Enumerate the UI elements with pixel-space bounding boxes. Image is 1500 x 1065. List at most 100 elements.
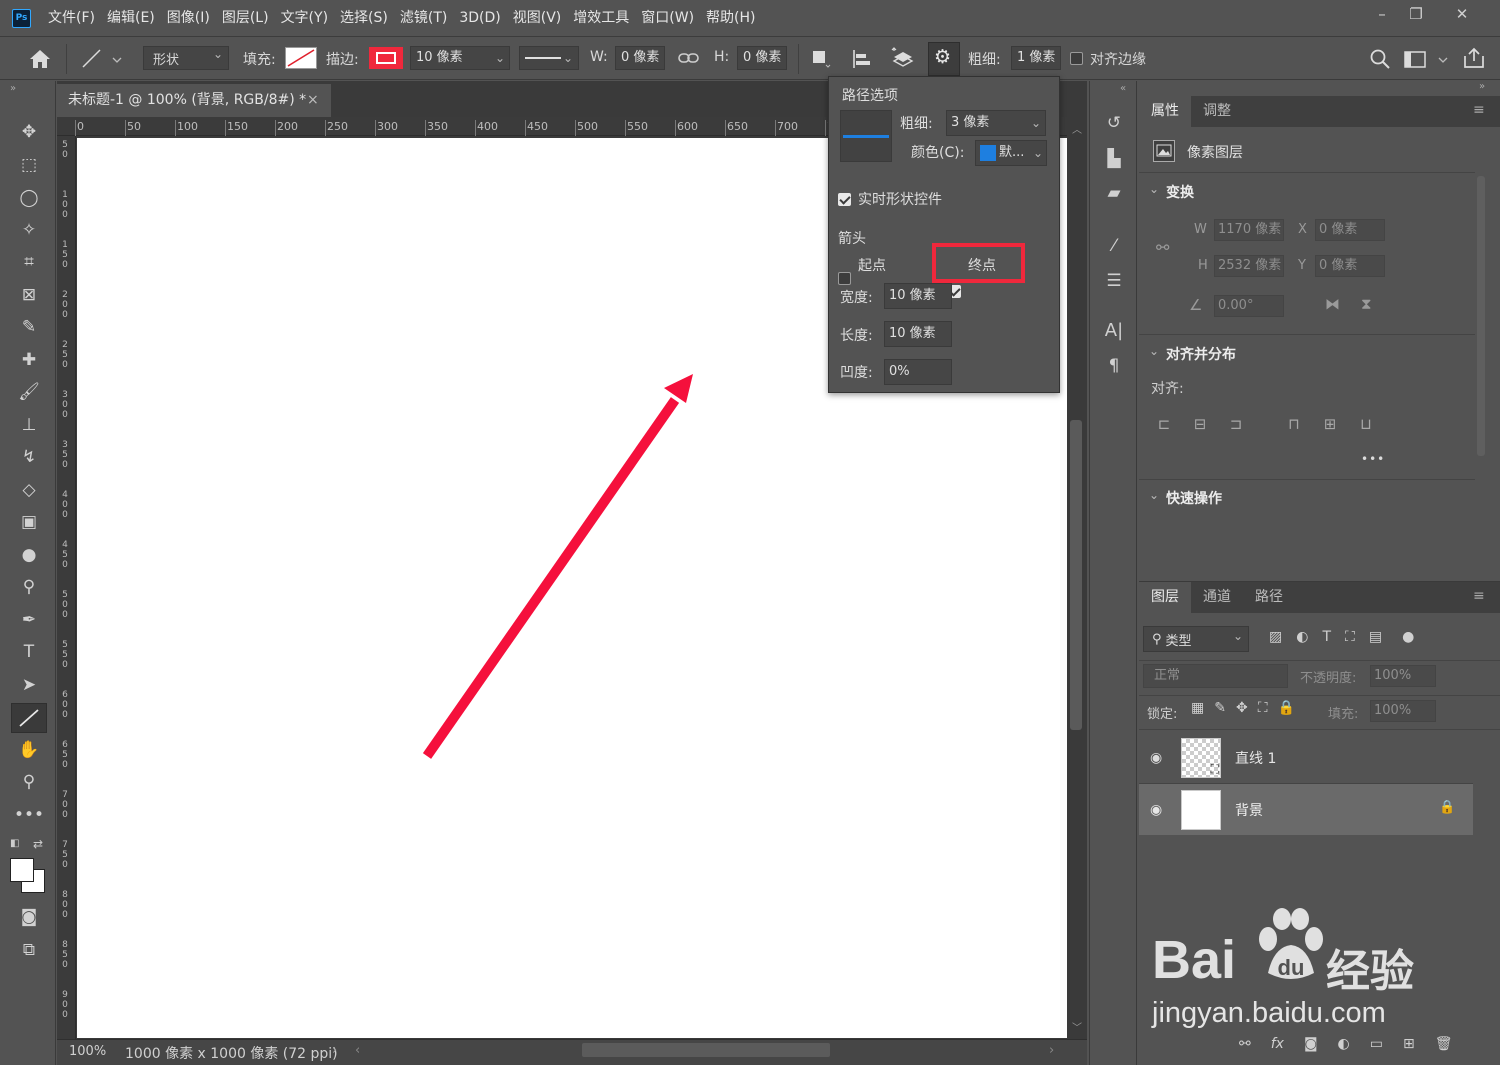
arrow-start-checkbox[interactable] — [838, 272, 851, 285]
scroll-down-icon[interactable]: ﹀ — [1072, 1019, 1082, 1034]
blur-tool-icon[interactable]: ● — [14, 541, 44, 569]
stamp-tool-icon[interactable]: ⊥ — [14, 411, 44, 439]
home-icon[interactable] — [28, 48, 52, 70]
brush-settings-icon[interactable]: ⁄ — [1101, 233, 1127, 259]
eyedropper-tool-icon[interactable]: ✎ — [14, 313, 44, 341]
arrow-concavity-field[interactable]: 0% — [884, 359, 952, 385]
new-group-icon[interactable]: ▭ — [1370, 1036, 1383, 1052]
path-alignment-icon[interactable] — [851, 48, 873, 70]
close-tab-icon[interactable]: × — [307, 84, 319, 117]
link-layers-icon[interactable]: ⚯ — [1239, 1036, 1251, 1052]
arrow-length-field[interactable]: 10 像素 — [884, 321, 952, 347]
menu-help[interactable]: 帮助(H) — [706, 0, 755, 37]
hand-tool-icon[interactable]: ✋ — [14, 736, 44, 764]
tab-layers[interactable]: 图层 — [1139, 582, 1191, 613]
arrow-width-field[interactable]: 10 像素 — [884, 283, 952, 309]
brush-tool-icon[interactable]: 🖌 — [14, 378, 44, 406]
swap-colors-icon[interactable]: ⇄ — [33, 837, 43, 851]
paragraph-icon[interactable]: ¶ — [1101, 353, 1127, 379]
document-tab[interactable]: 未标题-1 @ 100% (背景, RGB/8#) * × — [57, 84, 331, 117]
panel-menu-icon[interactable]: ≡ — [1473, 102, 1485, 118]
eraser-tool-icon[interactable]: ◇ — [14, 476, 44, 504]
tab-properties[interactable]: 属性 — [1139, 96, 1191, 127]
history-brush-tool-icon[interactable]: ↯ — [14, 443, 44, 471]
y-field[interactable]: 0 像素 — [1315, 255, 1385, 277]
flip-horizontal-icon[interactable]: ⧓ — [1325, 295, 1340, 313]
filter-toggle-icon[interactable]: ● — [1402, 629, 1414, 645]
plugins-icon[interactable]: ▙ — [1101, 146, 1127, 172]
path-weight-field[interactable]: 3 像素 ⌄ — [946, 110, 1046, 136]
x-field[interactable]: 0 像素 — [1315, 219, 1385, 241]
close-window-button[interactable]: ✕ — [1441, 2, 1483, 26]
scroll-up-icon[interactable]: ︿ — [1072, 121, 1082, 136]
align-center-v-icon[interactable]: ⊞ — [1320, 414, 1340, 434]
h-field[interactable]: 2532 像素 — [1214, 255, 1284, 277]
live-shape-checkbox[interactable] — [838, 193, 851, 206]
filter-adjustment-icon[interactable]: ◐ — [1296, 629, 1308, 645]
weight-field[interactable]: 1 像素 — [1011, 46, 1061, 70]
workspace-icon[interactable] — [1403, 48, 1449, 70]
more-tools-icon[interactable]: ••• — [14, 801, 44, 829]
align-center-h-icon[interactable]: ⊟ — [1190, 414, 1210, 434]
scroll-right-icon[interactable]: › — [1049, 1043, 1054, 1058]
path-arrangement-icon[interactable] — [890, 47, 916, 71]
adjustment-presets-icon[interactable]: ☰ — [1101, 268, 1127, 294]
zoom-level[interactable]: 100% — [69, 1044, 106, 1059]
align-bottom-icon[interactable]: ⊔ — [1356, 414, 1376, 434]
filter-type-icon[interactable]: T — [1322, 629, 1331, 645]
horizontal-scroll-thumb[interactable] — [582, 1043, 830, 1057]
path-options-button[interactable]: ⚙ — [928, 42, 960, 76]
marquee-tool-icon[interactable]: ⬚ — [14, 151, 44, 179]
menu-layer[interactable]: 图层(L) — [222, 0, 269, 37]
share-icon[interactable] — [1462, 46, 1486, 70]
layer-row-line[interactable]: ◉ ⛶ 直线 1 — [1139, 732, 1473, 783]
filter-smart-object-icon[interactable]: ▤ — [1369, 629, 1382, 645]
menu-filter[interactable]: 滤镜(T) — [400, 0, 447, 37]
tab-paths[interactable]: 路径 — [1243, 582, 1295, 613]
zoom-tool-icon[interactable]: ⚲ — [14, 768, 44, 796]
menu-plugins[interactable]: 增效工具 — [573, 0, 629, 37]
opacity-field[interactable]: 100% — [1370, 665, 1436, 687]
frame-tool-icon[interactable]: ⊠ — [14, 281, 44, 309]
maximize-button[interactable]: ❐ — [1395, 2, 1437, 26]
lock-pixels-icon[interactable]: ✎ — [1214, 700, 1226, 716]
lock-artboard-icon[interactable]: ⛶ — [1258, 700, 1268, 716]
scroll-left-icon[interactable]: ‹ — [355, 1043, 360, 1058]
align-edges-checkbox[interactable] — [1070, 52, 1083, 65]
lock-transparency-icon[interactable]: ▦ — [1191, 700, 1204, 716]
stroke-swatch[interactable] — [369, 47, 403, 69]
link-icon[interactable] — [678, 50, 700, 66]
quick-mask-icon[interactable]: ◙ — [14, 903, 44, 931]
path-color-select[interactable]: 默... ⌄ — [975, 140, 1047, 166]
menu-type[interactable]: 文字(Y) — [281, 0, 328, 37]
screen-mode-icon[interactable]: ⧉ — [14, 936, 44, 964]
align-right-icon[interactable]: ⊐ — [1226, 414, 1246, 434]
delete-layer-icon[interactable]: 🗑 — [1435, 1036, 1453, 1052]
filter-shape-icon[interactable]: ⛶ — [1345, 629, 1355, 645]
lock-position-icon[interactable]: ✥ — [1236, 700, 1248, 716]
path-selection-tool-icon[interactable]: ➤ — [14, 671, 44, 699]
flip-vertical-icon[interactable]: ⧗ — [1361, 295, 1372, 313]
menu-file[interactable]: 文件(F) — [48, 0, 95, 37]
visibility-eye-icon[interactable]: ◉ — [1150, 802, 1166, 818]
foreground-color-swatch[interactable] — [10, 858, 34, 882]
path-operations-icon[interactable] — [810, 48, 832, 70]
menu-3d[interactable]: 3D(D) — [459, 0, 500, 37]
dodge-tool-icon[interactable]: ⚲ — [14, 573, 44, 601]
magic-wand-tool-icon[interactable]: ✧ — [14, 216, 44, 244]
menu-edit[interactable]: 编辑(E) — [107, 0, 155, 37]
search-icon[interactable] — [1369, 48, 1391, 70]
fill-swatch[interactable] — [285, 47, 317, 69]
crop-tool-icon[interactable]: ⌗ — [14, 248, 44, 276]
tab-adjustments[interactable]: 调整 — [1191, 96, 1243, 127]
properties-scrollbar[interactable] — [1477, 176, 1485, 456]
layer-row-background[interactable]: ◉ 背景 🔒 — [1139, 784, 1473, 835]
line-tool-preset-icon[interactable] — [80, 47, 124, 71]
history-icon[interactable]: ↺ — [1101, 110, 1127, 136]
tool-mode-select[interactable]: 形状 ⌄ — [143, 46, 229, 70]
align-top-icon[interactable]: ⊓ — [1284, 414, 1304, 434]
width-field[interactable]: 0 像素 — [615, 46, 665, 70]
angle-field[interactable]: 0.00° — [1214, 295, 1284, 317]
collapse-icon[interactable]: « — [1120, 83, 1126, 94]
visibility-eye-icon[interactable]: ◉ — [1150, 750, 1166, 766]
